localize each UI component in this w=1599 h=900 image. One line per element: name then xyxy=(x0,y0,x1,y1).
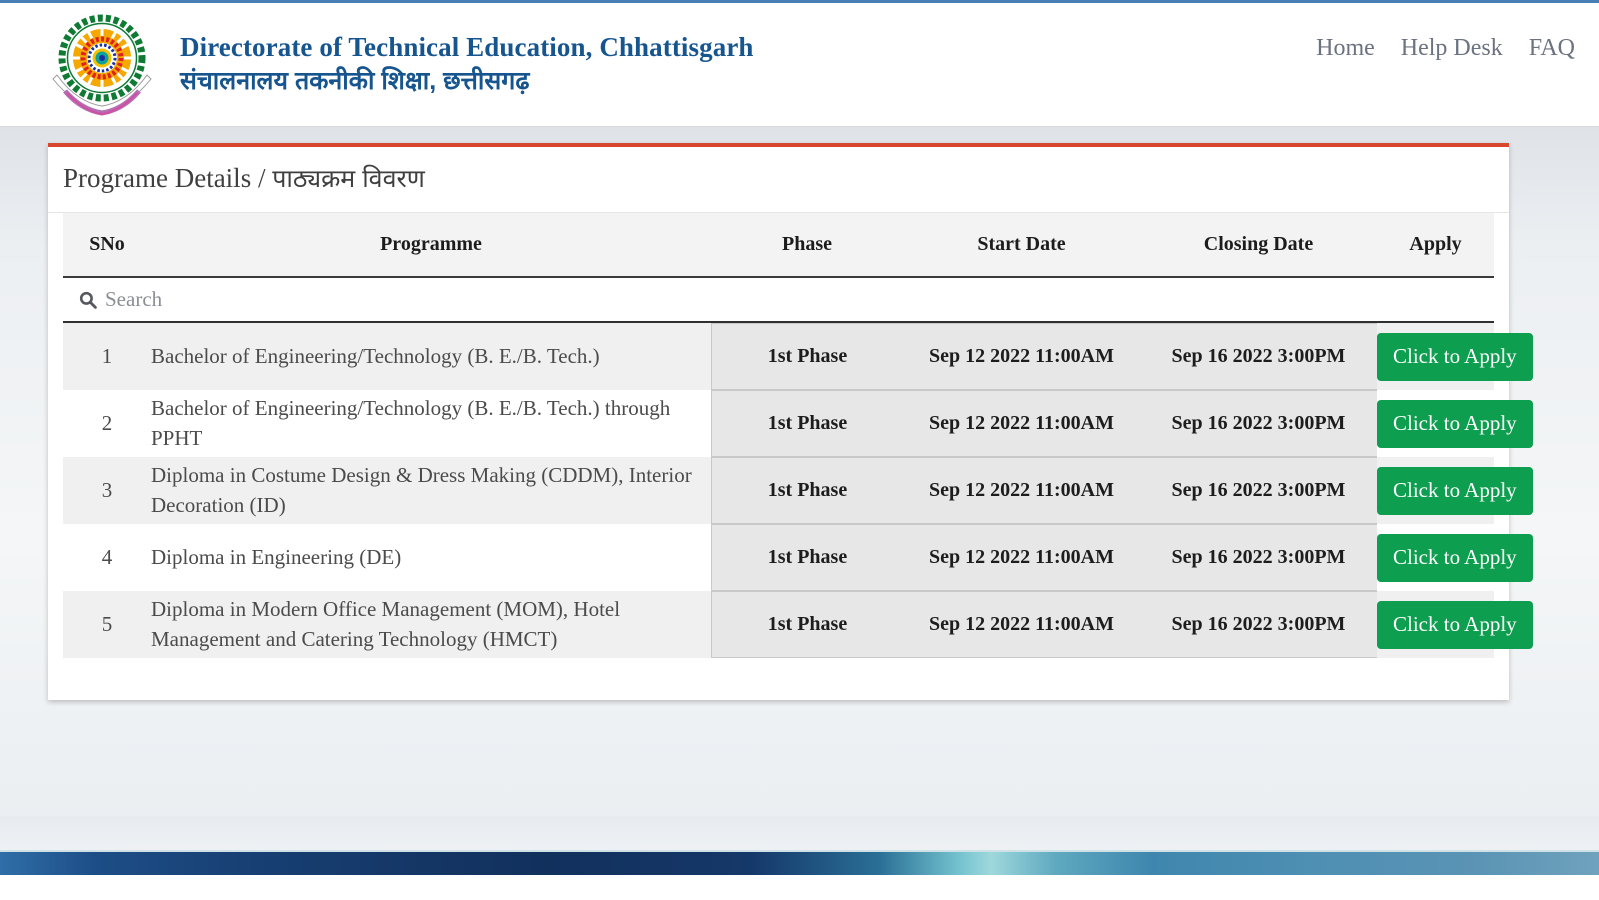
closing-date-value: Sep 16 2022 3:00PM xyxy=(1140,390,1378,458)
cell-phase: 1st Phase xyxy=(711,390,904,458)
table-row: 2 Bachelor of Engineering/Technology (B.… xyxy=(63,390,1533,458)
search-input[interactable]: Search xyxy=(79,289,1494,310)
cell-phase: 1st Phase xyxy=(711,524,904,592)
nav-link-help-desk[interactable]: Help Desk xyxy=(1401,36,1503,60)
page-title: Programe Details / पाठ्यक्रम विवरण xyxy=(48,147,1509,214)
site-header: Directorate of Technical Education, Chha… xyxy=(0,3,1599,127)
cell-closing-date: Sep 16 2022 3:00PM xyxy=(1140,457,1378,525)
cell-sno: 3 xyxy=(63,457,151,525)
table-header-row: SNo Programme Phase Start Date Closing D… xyxy=(63,213,1494,279)
phase-value: 1st Phase xyxy=(711,591,904,659)
brand-title-hindi: संचालनालय तकनीकी शिक्षा, छत्तीसगढ़ xyxy=(180,66,530,95)
cell-sno: 4 xyxy=(63,524,151,592)
column-header-apply[interactable]: Apply xyxy=(1377,213,1494,279)
column-header-sno[interactable]: SNo xyxy=(63,213,151,279)
table-row: 5 Diploma in Modern Office Management (M… xyxy=(63,591,1533,659)
cell-start-date: Sep 12 2022 11:00AM xyxy=(903,524,1141,592)
phase-value: 1st Phase xyxy=(711,524,904,592)
brand-title-english: Directorate of Technical Education, Chha… xyxy=(180,31,754,62)
apply-button[interactable]: Click to Apply xyxy=(1377,332,1533,381)
cell-phase: 1st Phase xyxy=(711,322,904,391)
search-cell: Search xyxy=(63,277,1494,324)
column-header-closing-date[interactable]: Closing Date xyxy=(1140,213,1377,279)
table-search-row: Search xyxy=(63,277,1494,324)
apply-button[interactable]: Click to Apply xyxy=(1377,466,1533,515)
page-title-hindi: पाठ्यक्रम विवरण xyxy=(272,165,425,193)
cell-apply: Click to Apply xyxy=(1377,591,1533,659)
table-row: 3 Diploma in Costume Design & Dress Maki… xyxy=(63,457,1533,525)
phase-value: 1st Phase xyxy=(711,390,904,458)
phase-value: 1st Phase xyxy=(711,323,904,391)
search-icon xyxy=(79,291,97,309)
cell-start-date: Sep 12 2022 11:00AM xyxy=(903,322,1141,391)
column-header-phase[interactable]: Phase xyxy=(711,213,903,279)
desktop-taskbar-strip xyxy=(0,850,1599,875)
column-header-programme[interactable]: Programme xyxy=(151,213,711,279)
cell-sno: 5 xyxy=(63,591,151,659)
programme-details-card: Programe Details / पाठ्यक्रम विवरण SNo P… xyxy=(48,143,1533,701)
start-date-value: Sep 12 2022 11:00AM xyxy=(903,323,1141,391)
start-date-value: Sep 12 2022 11:00AM xyxy=(903,524,1141,592)
cell-start-date: Sep 12 2022 11:00AM xyxy=(903,591,1141,659)
brand-text: Directorate of Technical Education, Chha… xyxy=(180,32,754,98)
apply-button[interactable]: Click to Apply xyxy=(1377,533,1533,582)
table-row: 4 Diploma in Engineering (DE) 1st Phase … xyxy=(63,524,1533,592)
closing-date-value: Sep 16 2022 3:00PM xyxy=(1140,524,1378,592)
closing-date-value: Sep 16 2022 3:00PM xyxy=(1140,323,1378,391)
cell-apply: Click to Apply xyxy=(1377,457,1533,525)
cell-apply: Click to Apply xyxy=(1377,524,1533,592)
cell-programme: Diploma in Costume Design & Dress Making… xyxy=(151,457,711,525)
cell-closing-date: Sep 16 2022 3:00PM xyxy=(1140,524,1378,592)
nav-link-home[interactable]: Home xyxy=(1316,36,1375,60)
closing-date-value: Sep 16 2022 3:00PM xyxy=(1140,591,1378,659)
cell-phase: 1st Phase xyxy=(711,457,904,525)
cell-closing-date: Sep 16 2022 3:00PM xyxy=(1140,390,1378,458)
column-header-start-date[interactable]: Start Date xyxy=(903,213,1140,279)
cell-closing-date: Sep 16 2022 3:00PM xyxy=(1140,591,1378,659)
main-nav: Home Help Desk FAQ xyxy=(1316,36,1575,94)
start-date-value: Sep 12 2022 11:00AM xyxy=(903,591,1141,659)
page-title-english: Programe Details / xyxy=(63,163,273,193)
cell-apply: Click to Apply xyxy=(1377,390,1533,458)
start-date-value: Sep 12 2022 11:00AM xyxy=(903,457,1141,525)
programme-table: SNo Programme Phase Start Date Closing D… xyxy=(63,213,1533,659)
cell-closing-date: Sep 16 2022 3:00PM xyxy=(1140,322,1378,391)
cell-programme: Bachelor of Engineering/Technology (B. E… xyxy=(151,322,711,391)
apply-button[interactable]: Click to Apply xyxy=(1377,600,1533,649)
nav-link-faq[interactable]: FAQ xyxy=(1529,36,1575,60)
cell-programme: Diploma in Modern Office Management (MOM… xyxy=(151,591,711,659)
cell-apply: Click to Apply xyxy=(1377,322,1533,391)
page-body: Programe Details / पाठ्यक्रम विवरण SNo P… xyxy=(0,127,1599,875)
cell-phase: 1st Phase xyxy=(711,591,904,659)
cell-start-date: Sep 12 2022 11:00AM xyxy=(903,390,1141,458)
cell-sno: 2 xyxy=(63,390,151,458)
apply-button[interactable]: Click to Apply xyxy=(1377,399,1533,448)
cell-sno: 1 xyxy=(63,322,151,391)
search-placeholder: Search xyxy=(105,287,163,312)
phase-value: 1st Phase xyxy=(711,457,904,525)
emblem-icon xyxy=(52,14,152,116)
programme-table-wrap: SNo Programme Phase Start Date Closing D… xyxy=(48,213,1533,659)
card-footer xyxy=(48,658,1509,701)
cell-programme: Diploma in Engineering (DE) xyxy=(151,524,711,592)
closing-date-value: Sep 16 2022 3:00PM xyxy=(1140,457,1378,525)
cell-programme: Bachelor of Engineering/Technology (B. E… xyxy=(151,390,711,458)
start-date-value: Sep 12 2022 11:00AM xyxy=(903,390,1141,458)
desktop-background xyxy=(0,816,1599,850)
dte-logo xyxy=(40,10,164,120)
table-body: 1 Bachelor of Engineering/Technology (B.… xyxy=(63,322,1533,659)
cell-start-date: Sep 12 2022 11:00AM xyxy=(903,457,1141,525)
table-head: SNo Programme Phase Start Date Closing D… xyxy=(63,213,1494,324)
table-row: 1 Bachelor of Engineering/Technology (B.… xyxy=(63,322,1533,391)
